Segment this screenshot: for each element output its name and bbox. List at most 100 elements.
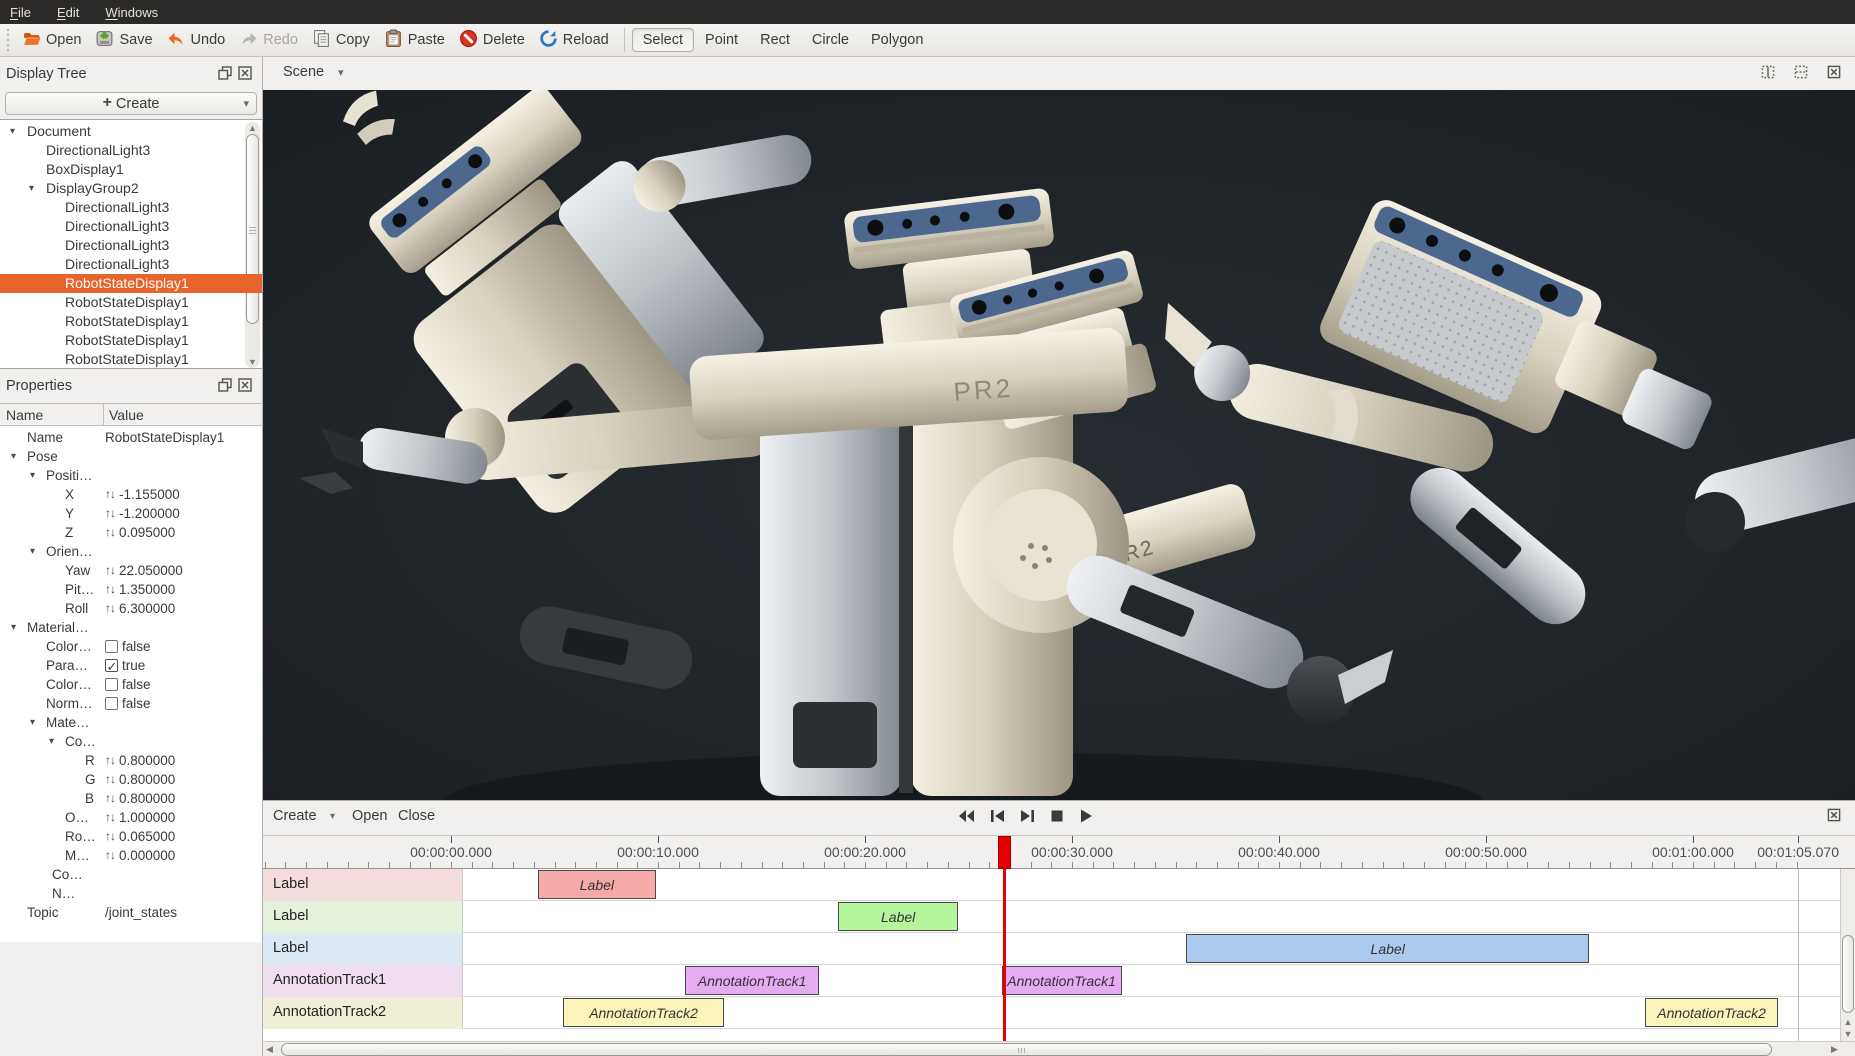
- create-display-button[interactable]: + Create ▾: [5, 92, 257, 115]
- property-value[interactable]: false: [105, 694, 151, 713]
- property-value[interactable]: ↑↓0.800000: [105, 751, 175, 770]
- tree-item-robotstatedisplay1[interactable]: RobotStateDisplay1: [0, 331, 262, 350]
- scene-3d-viewport[interactable]: PR2 PR2: [263, 90, 1855, 800]
- track-name-label[interactable]: Label: [263, 869, 463, 901]
- mode-polygon-button[interactable]: Polygon: [860, 28, 934, 52]
- timeline-ruler[interactable]: 00:00:00.00000:00:10.00000:00:20.00000:0…: [263, 835, 1855, 869]
- property-row-orien[interactable]: ▾Orien…: [0, 542, 262, 561]
- spinner-icon[interactable]: ↑↓: [105, 808, 115, 827]
- annotation-block[interactable]: AnnotationTrack1: [685, 966, 820, 995]
- annotation-block[interactable]: AnnotationTrack2: [1645, 998, 1778, 1027]
- property-row-ro[interactable]: Ro…↑↓0.065000: [0, 827, 262, 846]
- tab-scene[interactable]: Scene: [283, 64, 324, 80]
- chevron-down-icon[interactable]: ▾: [330, 811, 335, 822]
- save-button[interactable]: Save: [89, 26, 160, 55]
- property-row-yaw[interactable]: Yaw↑↓22.050000: [0, 561, 262, 580]
- hscrollbar-thumb[interactable]: [281, 1043, 1772, 1056]
- annotation-block[interactable]: AnnotationTrack1: [1002, 966, 1122, 995]
- property-row-norm[interactable]: Norm…false: [0, 694, 262, 713]
- property-value[interactable]: ↑↓-1.155000: [105, 485, 180, 504]
- spinner-icon[interactable]: ↑↓: [105, 770, 115, 789]
- tree-item-robotstatedisplay1[interactable]: RobotStateDisplay1: [0, 350, 262, 369]
- spinner-icon[interactable]: ↑↓: [105, 580, 115, 599]
- tree-item-robotstatedisplay1[interactable]: RobotStateDisplay1: [0, 274, 262, 293]
- mode-circle-button[interactable]: Circle: [801, 28, 860, 52]
- timeline-horizontal-scrollbar[interactable]: ◀ ▶: [263, 1041, 1855, 1056]
- float-panel-icon[interactable]: [218, 66, 232, 80]
- property-row-pit[interactable]: Pit…↑↓1.350000: [0, 580, 262, 599]
- property-value[interactable]: ↑↓1.000000: [105, 808, 175, 827]
- close-panel-icon[interactable]: [238, 378, 252, 392]
- property-row-name[interactable]: NameRobotStateDisplay1: [0, 428, 262, 447]
- property-value[interactable]: ↑↓0.000000: [105, 846, 175, 865]
- expander-icon[interactable]: ▾: [30, 713, 35, 732]
- expander-icon[interactable]: ▾: [30, 542, 35, 561]
- split-vertical-icon[interactable]: [1761, 65, 1775, 79]
- property-row-r[interactable]: R↑↓0.800000: [0, 751, 262, 770]
- menu-edit[interactable]: Edit: [57, 5, 79, 20]
- property-value[interactable]: false: [105, 637, 151, 656]
- menu-file[interactable]: File: [10, 5, 31, 20]
- property-row-y[interactable]: Y↑↓-1.200000: [0, 504, 262, 523]
- tree-item-displaygroup2[interactable]: ▾DisplayGroup2: [0, 179, 262, 198]
- expander-icon[interactable]: ▾: [30, 466, 35, 485]
- tree-item-directionallight3[interactable]: DirectionalLight3: [0, 198, 262, 217]
- expander-icon[interactable]: ▾: [49, 732, 54, 751]
- property-value[interactable]: ↑↓0.800000: [105, 770, 175, 789]
- chevron-down-icon[interactable]: ▾: [338, 66, 344, 79]
- tree-item-directionallight3[interactable]: DirectionalLight3: [0, 141, 262, 160]
- scroll-down-icon[interactable]: ▼: [1841, 1029, 1855, 1039]
- split-horizontal-icon[interactable]: [1794, 65, 1808, 79]
- rewind-button[interactable]: [958, 809, 975, 826]
- expander-icon[interactable]: ▾: [29, 179, 34, 198]
- close-view-icon[interactable]: [1827, 65, 1841, 79]
- expander-icon[interactable]: ▾: [10, 122, 15, 141]
- checkbox-unchecked-icon[interactable]: [105, 678, 118, 691]
- spinner-icon[interactable]: ↑↓: [105, 846, 115, 865]
- mode-select-button[interactable]: Select: [632, 28, 694, 52]
- checkbox-unchecked-icon[interactable]: [105, 640, 118, 653]
- property-row-n[interactable]: N…: [0, 884, 262, 903]
- expander-icon[interactable]: ▾: [11, 447, 16, 466]
- property-row-roll[interactable]: Roll↑↓6.300000: [0, 599, 262, 618]
- tree-item-document[interactable]: ▾Document: [0, 122, 262, 141]
- timeline-create-button[interactable]: Create: [273, 808, 317, 824]
- property-row-o[interactable]: O…↑↓1.000000: [0, 808, 262, 827]
- spinner-icon[interactable]: ↑↓: [105, 751, 115, 770]
- property-row-pose[interactable]: ▾Pose: [0, 447, 262, 466]
- property-row-color[interactable]: Color…false: [0, 637, 262, 656]
- tree-item-directionallight3[interactable]: DirectionalLight3: [0, 236, 262, 255]
- property-value[interactable]: RobotStateDisplay1: [105, 428, 224, 447]
- close-panel-icon[interactable]: [238, 66, 252, 80]
- chevron-down-icon[interactable]: ▾: [243, 97, 249, 110]
- play-button[interactable]: [1079, 809, 1093, 826]
- tree-item-boxdisplay1[interactable]: BoxDisplay1: [0, 160, 262, 179]
- timeline-open-button[interactable]: Open: [352, 808, 387, 824]
- property-value[interactable]: ↑↓22.050000: [105, 561, 183, 580]
- property-value[interactable]: ↑↓-1.200000: [105, 504, 180, 523]
- property-row-color[interactable]: Color…false: [0, 675, 262, 694]
- property-value[interactable]: true: [105, 656, 145, 675]
- paste-button[interactable]: Paste: [378, 26, 453, 55]
- property-value[interactable]: ↑↓1.350000: [105, 580, 175, 599]
- spinner-icon[interactable]: ↑↓: [105, 504, 115, 523]
- delete-button[interactable]: Delete: [453, 26, 533, 55]
- annotation-block[interactable]: AnnotationTrack2: [563, 998, 725, 1027]
- expander-icon[interactable]: ▾: [11, 618, 16, 637]
- mode-point-button[interactable]: Point: [694, 28, 749, 52]
- spinner-icon[interactable]: ↑↓: [105, 561, 115, 580]
- close-timeline-icon[interactable]: [1827, 808, 1841, 822]
- toolbar-drag-handle[interactable]: [4, 29, 12, 51]
- open-button[interactable]: Open: [16, 26, 89, 55]
- skip-start-button[interactable]: [990, 809, 1005, 826]
- property-row-para[interactable]: Para…true: [0, 656, 262, 675]
- timeline-close-button[interactable]: Close: [398, 808, 435, 824]
- menu-windows[interactable]: Windows: [105, 5, 158, 20]
- skip-end-button[interactable]: [1020, 809, 1035, 826]
- property-row-positi[interactable]: ▾Positi…: [0, 466, 262, 485]
- annotation-block[interactable]: Label: [1186, 934, 1590, 963]
- checkbox-checked-icon[interactable]: [105, 659, 118, 672]
- spinner-icon[interactable]: ↑↓: [105, 827, 115, 846]
- track-name-annotationtrack2[interactable]: AnnotationTrack2: [263, 997, 463, 1029]
- tree-item-directionallight3[interactable]: DirectionalLight3: [0, 217, 262, 236]
